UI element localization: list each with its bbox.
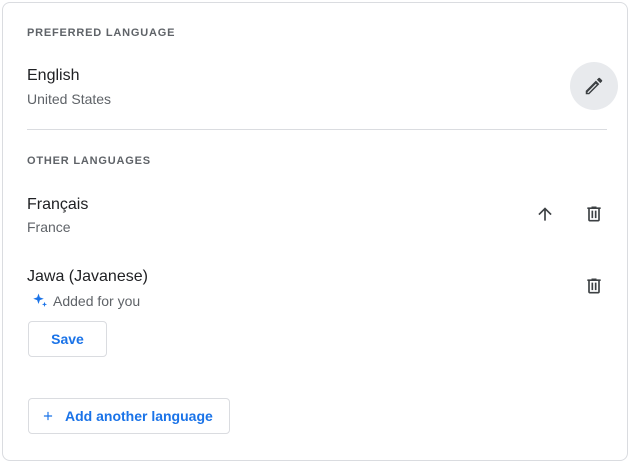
trash-icon bbox=[587, 206, 601, 222]
pencil-icon bbox=[585, 77, 603, 95]
language-name-javanese: Jawa (Javanese) bbox=[27, 268, 148, 285]
remove-french-button[interactable] bbox=[574, 194, 614, 234]
added-for-you-note: Added for you bbox=[31, 292, 140, 310]
remove-javanese-button[interactable] bbox=[574, 266, 614, 306]
add-another-language-button[interactable]: Add another language bbox=[28, 398, 230, 434]
added-for-you-label: Added for you bbox=[53, 293, 141, 309]
section-divider bbox=[27, 129, 607, 130]
save-button[interactable]: Save bbox=[28, 321, 107, 357]
add-another-language-label: Add another language bbox=[65, 408, 213, 424]
preferred-language-heading: PREFERRED LANGUAGE bbox=[27, 27, 176, 39]
plus-icon bbox=[41, 409, 55, 423]
other-languages-heading: OTHER LANGUAGES bbox=[27, 155, 151, 167]
edit-preferred-language-button[interactable] bbox=[570, 62, 618, 110]
language-settings-card: PREFERRED LANGUAGE English United States… bbox=[2, 2, 628, 461]
sparkle-icon bbox=[33, 293, 48, 307]
preferred-language-name: English bbox=[27, 67, 80, 84]
trash-icon bbox=[587, 278, 601, 294]
arrow-up-icon bbox=[538, 207, 552, 221]
language-region-french: France bbox=[27, 219, 71, 235]
preferred-language-region: United States bbox=[27, 91, 112, 107]
language-name-french: Français bbox=[27, 196, 89, 213]
move-up-french-button[interactable] bbox=[525, 194, 565, 234]
